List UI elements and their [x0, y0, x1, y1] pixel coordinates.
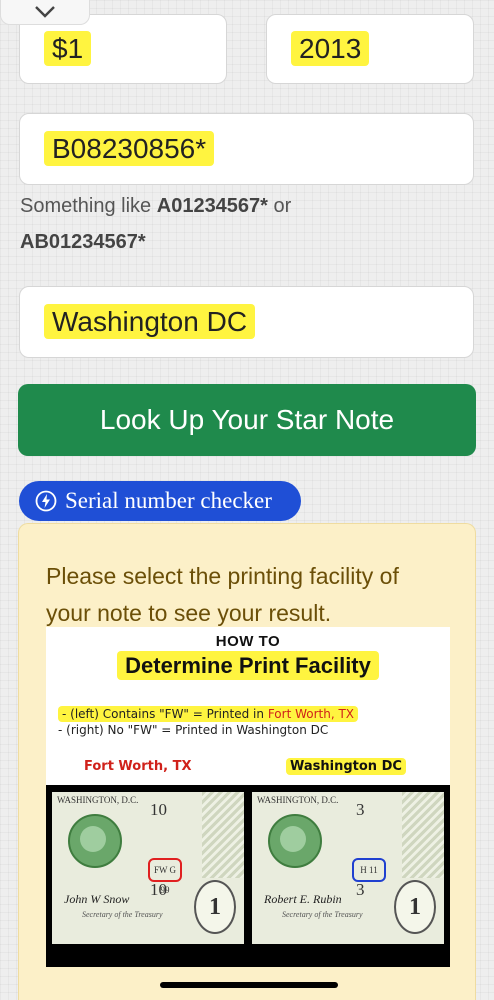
result-message: Please select the printing facility of y… — [46, 563, 399, 626]
serial-number-checker-button[interactable]: Serial number checker — [19, 481, 301, 521]
bill-fort-worth: WASHINGTON, D.C. 10 FW G 99 10 John W Sn… — [52, 792, 244, 944]
print-facility-guide-image: HOW TO Determine Print Facility - (left)… — [46, 627, 450, 967]
treasury-seal-icon — [268, 814, 322, 868]
treasury-seal-icon — [68, 814, 122, 868]
bill-washington-dc: WASHINGTON, D.C. 3 H 11 3 Robert E. Rubi… — [252, 792, 444, 944]
result-panel: Please select the printing facility of y… — [18, 523, 476, 1000]
denomination-medallion: 1 — [194, 880, 236, 934]
bill-comparison: WASHINGTON, D.C. 10 FW G 99 10 John W Sn… — [46, 785, 450, 967]
caption-fort-worth: Fort Worth, TX — [84, 759, 192, 774]
guide-title: Determine Print Facility — [46, 651, 450, 680]
guide-note-right: - (right) No "FW" = Printed in Washingto… — [58, 723, 329, 737]
serial-format-hint: Something like A01234567* or AB01234567* — [20, 195, 292, 253]
facility-value: Washington DC — [44, 304, 256, 339]
lookup-star-note-button[interactable]: Look Up Your Star Note — [18, 384, 476, 456]
fw-mark: FW G 99 — [148, 858, 182, 895]
guide-note-left: - (left) Contains "FW" = Printed in Fort… — [58, 706, 359, 722]
denomination-value: $1 — [44, 31, 92, 66]
chevron-down-icon — [35, 6, 55, 18]
caption-washington-dc: Washington DC — [286, 758, 406, 775]
home-indicator[interactable] — [160, 982, 338, 988]
lightning-icon — [35, 490, 57, 512]
serial-number-value: B08230856* — [44, 131, 215, 166]
facility-select[interactable]: Washington DC — [19, 286, 474, 358]
dc-mark: H 11 — [352, 858, 386, 882]
serial-number-checker-label: Serial number checker — [65, 488, 272, 513]
year-field[interactable]: 2013 — [266, 14, 474, 84]
denomination-medallion: 1 — [394, 880, 436, 934]
year-value: 2013 — [291, 31, 370, 66]
serial-number-input[interactable]: B08230856* — [19, 113, 474, 185]
collapse-tab[interactable] — [0, 0, 90, 25]
guide-title-small: HOW TO — [215, 633, 281, 650]
